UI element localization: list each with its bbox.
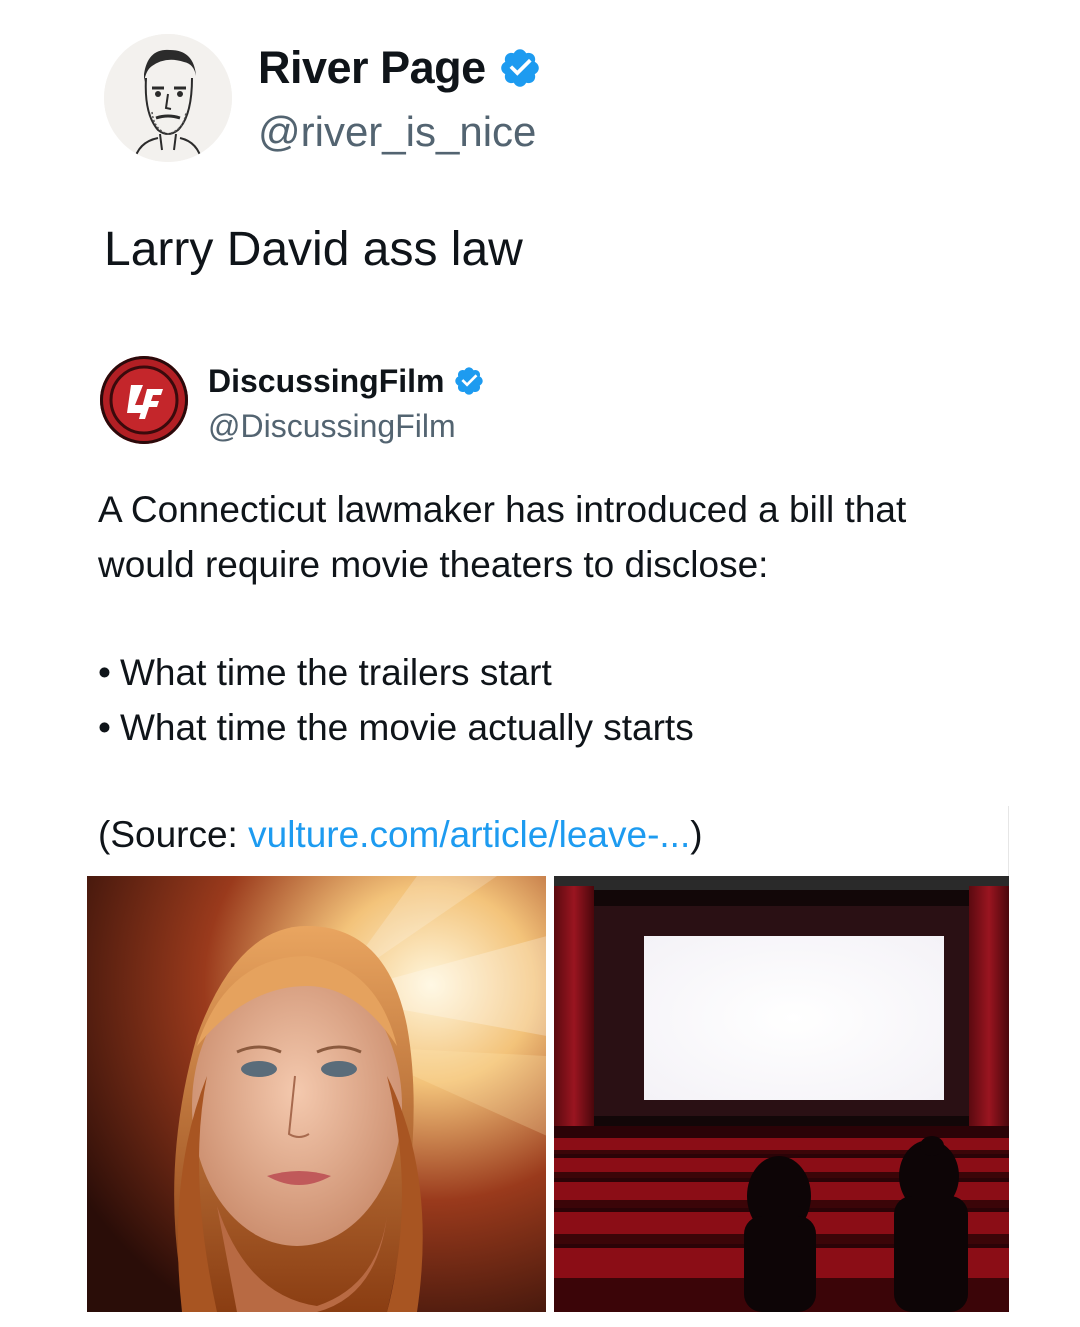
source-line: (Source: vulture.com/article/leave-...) [98,807,703,862]
media-image-theater[interactable] [554,876,1009,1312]
bullet-dot: • [98,652,111,693]
theater-photo [554,876,1009,1312]
bullet-dot: • [98,707,111,748]
author-name-text[interactable]: River Page [258,40,486,96]
bullet-list: • What time the trailers start • What ti… [98,645,998,755]
source-prefix: (Source: [98,814,249,855]
bullet-text: What time the trailers start [120,652,552,693]
divider [1008,806,1009,876]
verified-badge-icon [454,367,483,395]
sketch-portrait-avatar [104,34,232,162]
source-suffix: ) [690,814,703,855]
tweet-text: Larry David ass law [104,223,523,276]
author-name[interactable]: River Page [258,40,542,96]
bullet-text: What time the movie actually starts [120,707,694,748]
tweet-header: River Page @river_is_nice Larry David as… [0,0,1080,300]
media-grid [87,876,1009,1312]
river-page-avatar[interactable] [104,34,232,162]
discussingfilm-logo[interactable] [100,356,188,444]
media-image-portrait[interactable] [87,876,546,1312]
portrait-photo [87,876,546,1312]
quoted-author-name[interactable]: DiscussingFilm [208,360,485,402]
quoted-author-handle[interactable]: @DiscussingFilm [208,406,456,446]
discussingfilm-logo-icon [109,365,179,435]
quoted-author-name-text[interactable]: DiscussingFilm [208,360,445,402]
quoted-tweet-body: A Connecticut lawmaker has introduced a … [98,489,907,585]
list-item: • What time the movie actually starts [98,700,998,755]
list-item: • What time the trailers start [98,645,998,700]
author-handle[interactable]: @river_is_nice [258,106,536,158]
verified-badge-icon [500,49,539,87]
source-link[interactable]: vulture.com/article/leave-... [248,814,690,855]
